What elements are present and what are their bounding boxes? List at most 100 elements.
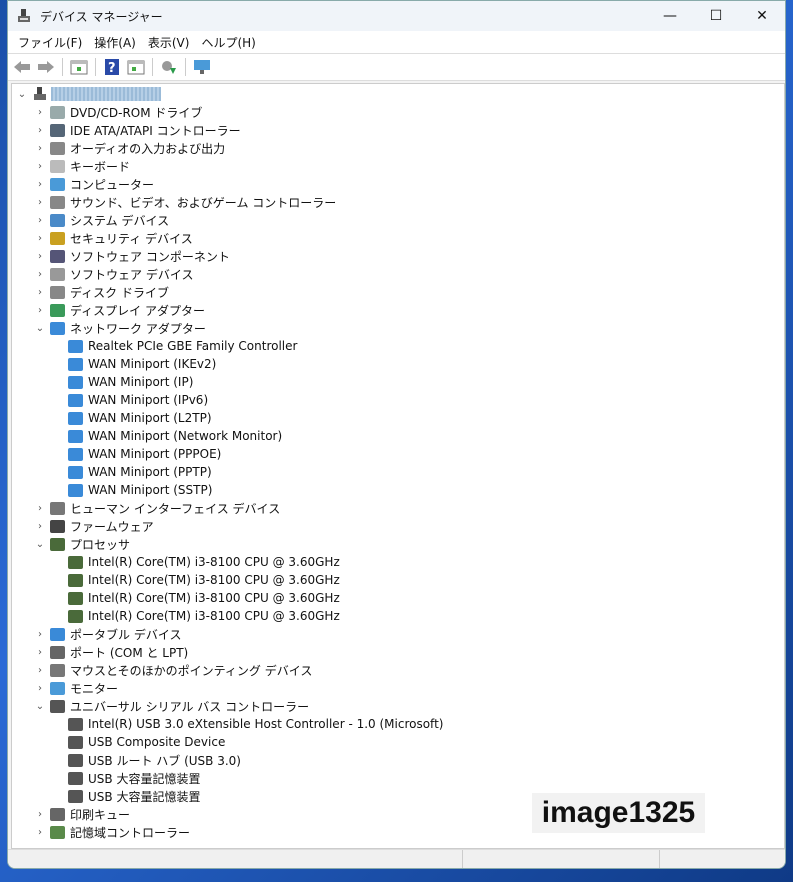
tree-item[interactable]: › オーディオの入力および出力 xyxy=(34,139,225,157)
device-icon xyxy=(68,375,83,389)
tree-item[interactable]: › IDE ATA/ATAPI コントローラー xyxy=(34,121,241,139)
device-icon xyxy=(50,699,65,713)
tree-item[interactable]: WAN Miniport (Network Monitor) xyxy=(64,427,282,445)
minimize-button[interactable]: — xyxy=(647,1,693,31)
forward-icon[interactable] xyxy=(36,57,56,77)
tree-item[interactable]: › ソフトウェア コンポーネント xyxy=(34,247,230,265)
chevron-down-icon[interactable]: ⌄ xyxy=(16,89,28,100)
tree-item[interactable]: WAN Miniport (IPv6) xyxy=(64,391,208,409)
tree-item[interactable]: USB 大容量記憶装置 xyxy=(64,769,200,787)
maximize-button[interactable]: ☐ xyxy=(693,1,739,31)
chevron-right-icon[interactable]: › xyxy=(34,215,46,226)
scan-hardware-icon[interactable] xyxy=(192,57,212,77)
chevron-down-icon[interactable]: ⌄ xyxy=(34,539,46,550)
chevron-right-icon[interactable]: › xyxy=(34,521,46,532)
chevron-down-icon[interactable]: ⌄ xyxy=(34,701,46,712)
chevron-right-icon[interactable]: › xyxy=(34,629,46,640)
tree-item[interactable]: USB ルート ハブ (USB 3.0) xyxy=(64,751,241,769)
chevron-right-icon[interactable]: › xyxy=(34,287,46,298)
tree-item-label: 印刷キュー xyxy=(70,807,131,822)
status-bar xyxy=(8,849,785,868)
tree-item[interactable]: › DVD/CD-ROM ドライブ xyxy=(34,103,202,121)
menu-file[interactable]: ファイル(F) xyxy=(12,34,88,51)
tree-item[interactable]: › 印刷キュー xyxy=(34,805,130,823)
toolbar-separator xyxy=(62,58,63,76)
device-icon xyxy=(68,339,83,353)
tree-item[interactable]: › ポータブル デバイス xyxy=(34,625,181,643)
tree-item[interactable]: › ポート (COM と LPT) xyxy=(34,643,188,661)
tree-item[interactable]: USB Composite Device xyxy=(64,733,225,751)
tree-item-label: WAN Miniport (L2TP) xyxy=(88,411,212,425)
tree-item[interactable]: ⌄ ユニバーサル シリアル バス コントローラー xyxy=(34,697,309,715)
close-button[interactable]: ✕ xyxy=(739,1,785,31)
chevron-right-icon[interactable]: › xyxy=(34,197,46,208)
show-hide-console-tree-icon[interactable] xyxy=(69,57,89,77)
toolbar-separator xyxy=(185,58,186,76)
device-icon xyxy=(68,411,83,425)
tree-item[interactable]: WAN Miniport (PPTP) xyxy=(64,463,212,481)
back-icon[interactable] xyxy=(12,57,32,77)
tree-item[interactable]: WAN Miniport (PPPOE) xyxy=(64,445,221,463)
tree-item[interactable]: Intel(R) USB 3.0 eXtensible Host Control… xyxy=(64,715,443,733)
tree-item[interactable]: › マウスとそのほかのポインティング デバイス xyxy=(34,661,312,679)
tree-item[interactable]: WAN Miniport (L2TP) xyxy=(64,409,212,427)
tree-item[interactable]: Intel(R) Core(TM) i3-8100 CPU @ 3.60GHz xyxy=(64,589,340,607)
chevron-down-icon[interactable]: ⌄ xyxy=(34,323,46,334)
tree-item[interactable]: Intel(R) Core(TM) i3-8100 CPU @ 3.60GHz xyxy=(64,553,340,571)
tree-item[interactable]: Intel(R) Core(TM) i3-8100 CPU @ 3.60GHz xyxy=(64,571,340,589)
tree-item[interactable]: Intel(R) Core(TM) i3-8100 CPU @ 3.60GHz xyxy=(64,607,340,625)
chevron-right-icon[interactable]: › xyxy=(34,107,46,118)
tree-item[interactable]: › モニター xyxy=(34,679,118,697)
chevron-right-icon[interactable]: › xyxy=(34,809,46,820)
device-icon xyxy=(50,825,65,839)
tree-item-label: モニター xyxy=(70,681,119,696)
device-tree[interactable]: ⌄ › DVD/CD-ROM ドライブ › IDE ATA/ATAPI コントローラー… xyxy=(11,83,785,849)
chevron-right-icon[interactable]: › xyxy=(34,305,46,316)
chevron-right-icon[interactable]: › xyxy=(34,827,46,838)
chevron-right-icon[interactable]: › xyxy=(34,179,46,190)
tree-item[interactable]: › キーボード xyxy=(34,157,130,175)
chevron-right-icon[interactable]: › xyxy=(34,269,46,280)
help-icon[interactable]: ? xyxy=(102,57,122,77)
tree-item[interactable]: ⌄ ネットワーク アダプター xyxy=(34,319,206,337)
tree-item[interactable]: › ディスプレイ アダプター xyxy=(34,301,205,319)
tree-item[interactable]: Realtek PCIe GBE Family Controller xyxy=(64,337,297,355)
chevron-right-icon[interactable]: › xyxy=(34,665,46,676)
chevron-right-icon[interactable]: › xyxy=(34,143,46,154)
tree-item[interactable]: USB 大容量記憶装置 xyxy=(64,787,200,805)
chevron-right-icon[interactable]: › xyxy=(34,683,46,694)
tree-item[interactable]: ⌄ プロセッサ xyxy=(34,535,130,553)
menu-action[interactable]: 操作(A) xyxy=(88,34,142,51)
toolbar-separator xyxy=(95,58,96,76)
tree-item[interactable]: › 記憶域コントローラー xyxy=(34,823,190,841)
tree-item[interactable]: WAN Miniport (SSTP) xyxy=(64,481,212,499)
chevron-right-icon[interactable]: › xyxy=(34,251,46,262)
tree-item-label: プロセッサ xyxy=(70,537,131,552)
properties-icon[interactable] xyxy=(126,57,146,77)
tree-item-label: Realtek PCIe GBE Family Controller xyxy=(88,339,298,353)
tree-item-label: ソフトウェア デバイス xyxy=(70,267,194,282)
tree-root[interactable]: ⌄ xyxy=(16,85,161,103)
chevron-right-icon[interactable]: › xyxy=(34,161,46,172)
tree-item[interactable]: WAN Miniport (IP) xyxy=(64,373,193,391)
chevron-right-icon[interactable]: › xyxy=(34,233,46,244)
chevron-right-icon[interactable]: › xyxy=(34,647,46,658)
tree-item[interactable]: › サウンド、ビデオ、およびゲーム コントローラー xyxy=(34,193,336,211)
update-driver-icon[interactable] xyxy=(159,57,179,77)
tree-item-label: マウスとそのほかのポインティング デバイス xyxy=(70,663,313,678)
tree-item[interactable]: › セキュリティ デバイス xyxy=(34,229,193,247)
tree-item[interactable]: › ソフトウェア デバイス xyxy=(34,265,193,283)
tree-item[interactable]: › ヒューマン インターフェイス デバイス xyxy=(34,499,280,517)
tree-item[interactable]: › ディスク ドライブ xyxy=(34,283,169,301)
tree-item[interactable]: WAN Miniport (IKEv2) xyxy=(64,355,216,373)
tree-item[interactable]: › コンピューター xyxy=(34,175,154,193)
tree-item[interactable]: › ファームウェア xyxy=(34,517,154,535)
window-title: デバイス マネージャー xyxy=(40,9,163,24)
chevron-right-icon[interactable]: › xyxy=(34,125,46,136)
menu-view[interactable]: 表示(V) xyxy=(142,34,196,51)
tree-item[interactable]: › システム デバイス xyxy=(34,211,169,229)
menu-bar: ファイル(F) 操作(A) 表示(V) ヘルプ(H) xyxy=(8,31,785,53)
menu-help[interactable]: ヘルプ(H) xyxy=(195,34,261,51)
tree-item-label: WAN Miniport (PPTP) xyxy=(88,465,212,479)
chevron-right-icon[interactable]: › xyxy=(34,503,46,514)
